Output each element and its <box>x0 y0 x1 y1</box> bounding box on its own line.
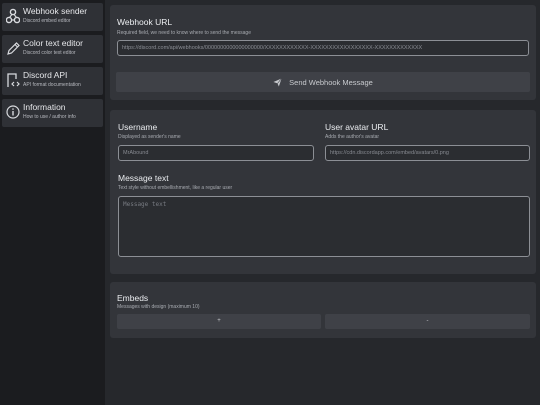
embeds-panel: Embeds Messages with design (maximum 10)… <box>110 282 536 338</box>
api-doc-icon <box>7 73 20 87</box>
webhook-url-input[interactable]: https://discord.com/api/webhooks/0000000… <box>117 40 529 56</box>
avatar-url-label: User avatar URL <box>325 122 389 132</box>
embeds-label: Embeds <box>117 293 149 303</box>
sidebar-item-subtitle: API format documentation <box>23 82 81 88</box>
sidebar-item-subtitle: How to use / author info <box>23 114 76 120</box>
webhook-url-label: Webhook URL <box>117 17 173 27</box>
message-panel: Username Displayed as sender's name MrAb… <box>110 110 536 274</box>
sidebar-item-title: Discord API <box>23 70 68 80</box>
sidebar-item-subtitle: Discord embed editor <box>23 18 71 24</box>
sidebar-item-title: Color text editor <box>23 38 83 48</box>
avatar-url-input[interactable]: https://cdn.discordapp.com/embed/avatars… <box>325 145 530 161</box>
sidebar-item-color-text-editor[interactable]: Color text editor Discord color text edi… <box>2 35 103 63</box>
webhook-icon <box>6 8 20 24</box>
embeds-hint: Messages with design (maximum 10) <box>117 304 200 310</box>
avatar-url-hint: Adds the author's avatar <box>325 134 380 140</box>
message-textarea[interactable]: Message text <box>118 196 530 257</box>
remove-embed-button[interactable]: - <box>325 314 530 329</box>
sidebar-item-discord-api[interactable]: Discord API API format documentation <box>2 67 103 95</box>
webhook-url-hint: Required field, we need to know where to… <box>117 30 251 36</box>
info-icon <box>6 105 20 119</box>
sidebar-item-subtitle: Discord color text editor <box>23 50 76 56</box>
username-label: Username <box>118 122 158 132</box>
sidebar: Webhook sender Discord embed editor Colo… <box>0 0 105 405</box>
send-webhook-label: Send Webhook Message <box>289 77 373 87</box>
paper-plane-icon <box>273 77 282 87</box>
username-hint: Displayed as sender's name <box>118 134 181 140</box>
pencil-icon <box>7 42 20 55</box>
sidebar-item-title: Information <box>23 102 66 112</box>
username-input[interactable]: MrAbound <box>118 145 314 161</box>
sidebar-item-title: Webhook sender <box>23 6 88 16</box>
add-embed-button[interactable]: + <box>117 314 321 329</box>
send-webhook-button[interactable]: Send Webhook Message <box>116 72 530 92</box>
sidebar-item-webhook-sender[interactable]: Webhook sender Discord embed editor <box>2 3 103 31</box>
sidebar-item-information[interactable]: Information How to use / author info <box>2 99 103 127</box>
message-text-hint: Text style without embellishment, like a… <box>118 185 233 191</box>
webhook-panel: Webhook URL Required field, we need to k… <box>110 5 536 100</box>
message-text-label: Message text <box>118 173 169 183</box>
main-content: Webhook URL Required field, we need to k… <box>105 0 540 405</box>
